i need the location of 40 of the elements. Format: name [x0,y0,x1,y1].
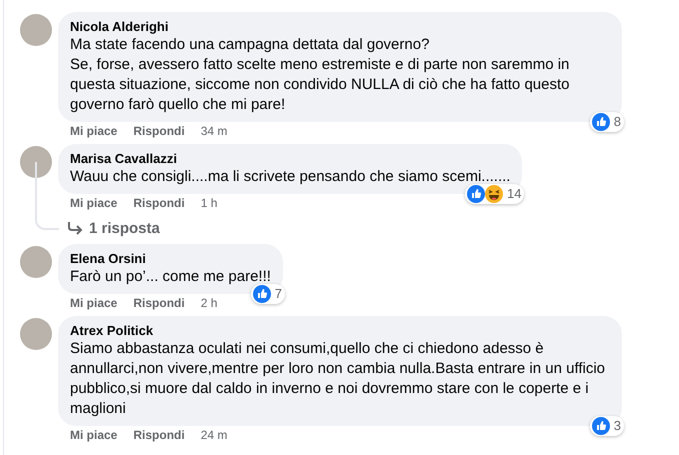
thumbs-up-icon [592,417,610,435]
comment-time[interactable]: 1 h [200,195,218,212]
comment-action-link[interactable]: Mi piace [70,427,118,444]
comment-action-link[interactable]: Rispondi [133,123,185,140]
reaction-count: 8 [614,113,621,131]
comment-action-link[interactable]: Rispondi [133,195,185,212]
avatar[interactable] [20,14,52,46]
author-name[interactable]: Elena Orsini [70,251,271,267]
comment-action-link[interactable]: Mi piace [70,195,118,212]
author-name[interactable]: Marisa Cavallazzi [70,151,510,167]
comment-time[interactable]: 2 h [200,295,218,312]
reaction-badge[interactable]: 3 [590,416,624,436]
comment-time[interactable]: 34 m [200,123,228,140]
comment-text: Wauu che consigli....ma li scrivete pensando che siamo scemi....... [70,167,510,187]
comment-text: Ma state facendo una campagna dettata dal governo? Se, forse, avessero fatto scelte meno estremiste e di parte non saremmo in questa situazione, siccome non condivido NULLA di ciò che ha fatto questo governo farò quello che mi pare! [70,35,570,115]
laughing-face-icon [485,185,503,203]
replies-link[interactable]: 1 risposta [67,220,160,236]
avatar[interactable] [20,318,52,350]
thread-connector-line [35,162,59,230]
comment-text: Farò un po’... come me pare!!! [70,267,271,287]
reaction-badge[interactable]: 8 [590,112,624,132]
thumbs-up-icon [592,113,610,131]
comment-time[interactable]: 24 m [200,427,228,444]
comment-action-link[interactable]: Rispondi [133,427,185,444]
author-name[interactable]: Atrex Politick [70,323,610,339]
comment-action-link[interactable]: Mi piace [70,123,118,140]
reaction-count: 14 [507,185,522,203]
reply-arrow-icon [67,221,83,235]
comment-action-link[interactable]: Rispondi [133,295,185,312]
reaction-badge[interactable]: 7 [250,284,285,304]
thumbs-up-icon [467,185,485,203]
reaction-count: 7 [274,285,282,303]
author-name[interactable]: Nicola Alderighi [70,19,610,35]
comment-text: Siamo abbastanza oculati nei consumi,quello che ci chiedono adesso è annullarci,non vivere,mentre per loro non cambia nulla.Basta entrare in un ufficio pubblico,si muore dal caldo in inverno e noi dovremmo stare con le coperte e i maglioni [70,339,606,419]
thumbs-up-icon [252,285,271,303]
reaction-count: 3 [614,417,621,435]
reaction-badge[interactable]: 14 [465,184,524,204]
avatar[interactable] [20,146,52,178]
comment-action-link[interactable]: Mi piace [70,295,118,312]
avatar[interactable] [20,246,52,278]
